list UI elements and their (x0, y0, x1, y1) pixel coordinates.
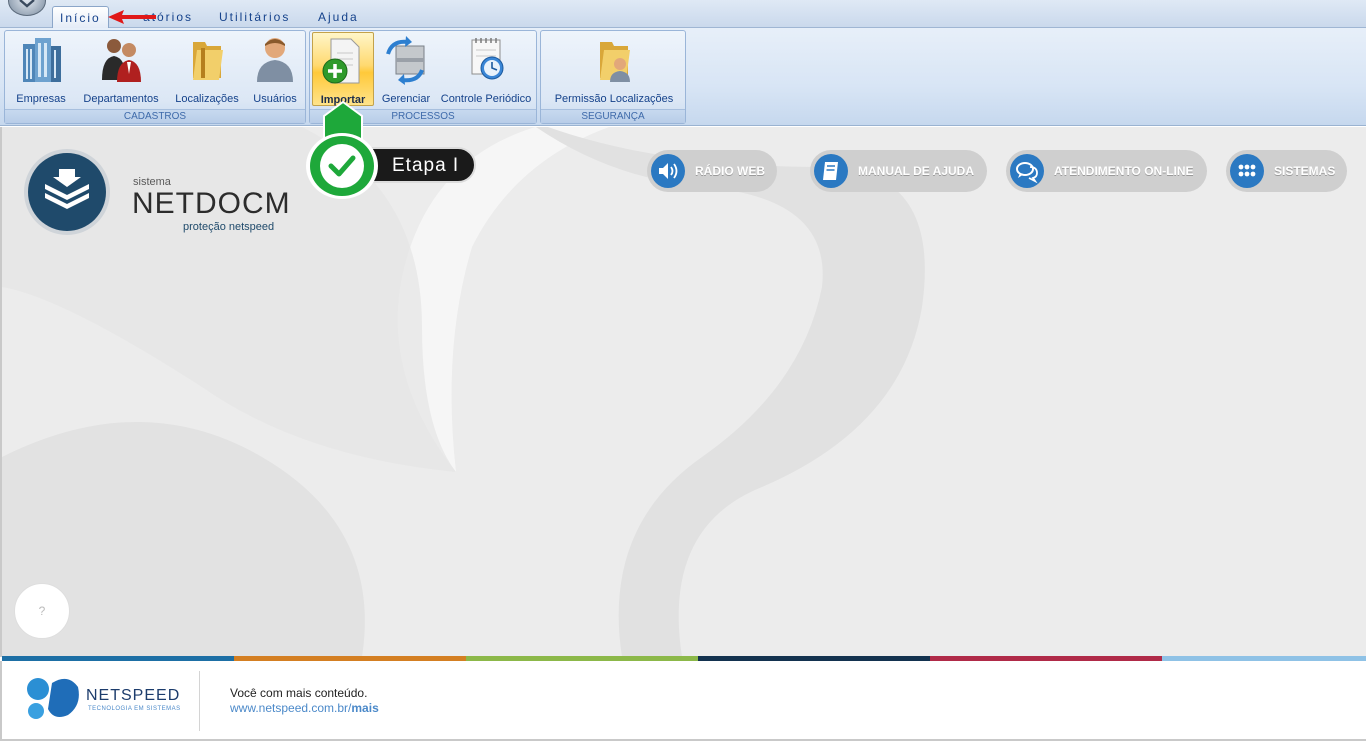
usuarios-button[interactable]: Usuários (249, 32, 301, 106)
gerenciar-button[interactable]: Gerenciar (378, 32, 434, 106)
people-icon (97, 34, 145, 86)
group-label-seguranca: SEGURANÇA (541, 109, 685, 123)
chevron-down-icon (19, 0, 35, 8)
permissao-localizacoes-button[interactable]: Permissão Localizações (551, 32, 677, 106)
tab-utilitarios[interactable]: Utilitários (212, 6, 297, 28)
stacked-layers-icon (45, 169, 89, 209)
gerenciar-label: Gerenciar (381, 93, 431, 105)
sistemas-label: SISTEMAS (1274, 164, 1336, 178)
main-content: sistema NETDOCM proteção netspeed RÁDIO … (0, 127, 1366, 657)
controle-periodico-button[interactable]: Controle Periódico (440, 32, 532, 106)
buildings-icon (17, 34, 65, 86)
controle-periodico-label: Controle Periódico (440, 93, 532, 105)
step-callout: Etapa I (366, 147, 476, 183)
usuarios-label: Usuários (253, 93, 297, 105)
sistemas-button[interactable]: SISTEMAS (1226, 150, 1347, 192)
footer-divider (199, 671, 200, 731)
folder-user-icon (590, 34, 638, 86)
netspeed-brand: NETSPEED (86, 687, 181, 704)
group-label-cadastros: CADASTROS (5, 109, 305, 123)
atendimento-online-button[interactable]: ATENDIMENTO ON-LINE (1006, 150, 1207, 192)
departamentos-label: Departamentos (83, 93, 159, 105)
empresas-button[interactable]: Empresas (11, 32, 71, 106)
step-badge (306, 133, 378, 199)
group-cadastros: Empresas Departamentos Localizações Usuá… (4, 30, 306, 124)
refresh-drawer-icon (382, 34, 430, 86)
localizacoes-button[interactable]: Localizações (173, 32, 241, 106)
tab-inicio[interactable]: Início (52, 6, 109, 28)
departamentos-button[interactable]: Departamentos (79, 32, 163, 106)
group-seguranca: Permissão Localizações SEGURANÇA (540, 30, 686, 124)
radio-web-label: RÁDIO WEB (695, 164, 765, 178)
speaker-icon (651, 154, 685, 188)
netdocm-logo (24, 149, 110, 235)
ribbon: Empresas Departamentos Localizações Usuá… (0, 28, 1366, 126)
calendar-clock-icon (462, 34, 510, 86)
red-arrow-annotation (108, 10, 156, 24)
footer-link-prefix: www.netspeed.com.br/ (230, 701, 352, 715)
importar-button[interactable]: Importar (312, 32, 374, 106)
folder-icon (183, 34, 231, 86)
book-icon (814, 154, 848, 188)
netspeed-logo-icon (27, 678, 79, 719)
localizacoes-label: Localizações (175, 93, 239, 105)
radio-web-button[interactable]: RÁDIO WEB (647, 150, 777, 192)
footer-link[interactable]: www.netspeed.com.br/mais (230, 701, 379, 715)
footer-link-suffix: mais (351, 701, 379, 715)
user-icon (251, 34, 299, 86)
permissao-localizacoes-label: Permissão Localizações (554, 93, 674, 105)
manual-ajuda-button[interactable]: MANUAL DE AJUDA (810, 150, 987, 192)
import-document-icon (319, 35, 367, 87)
logo-subtitle: proteção netspeed (183, 221, 275, 233)
logo-title: NETDOCM (132, 187, 291, 220)
tab-ajuda[interactable]: Ajuda (311, 6, 366, 28)
atendimento-online-label: ATENDIMENTO ON-LINE (1054, 164, 1194, 178)
chat-icon (1010, 154, 1044, 188)
empresas-label: Empresas (16, 93, 66, 105)
grid-dots-icon (1230, 154, 1264, 188)
footer-slogan: Você com mais conteúdo. (230, 686, 368, 700)
netspeed-tagline: TECNOLOGIA EM SISTEMAS (88, 706, 181, 712)
step-callout-label: Etapa I (392, 155, 460, 176)
ribbon-tab-bar: Início atórios Utilitários Ajuda (0, 0, 1366, 28)
manual-ajuda-label: MANUAL DE AJUDA (858, 164, 975, 178)
footer: NETSPEED TECNOLOGIA EM SISTEMAS Você com… (0, 661, 1366, 741)
help-button[interactable]: ? (14, 583, 70, 639)
checkmark-icon (320, 144, 364, 188)
